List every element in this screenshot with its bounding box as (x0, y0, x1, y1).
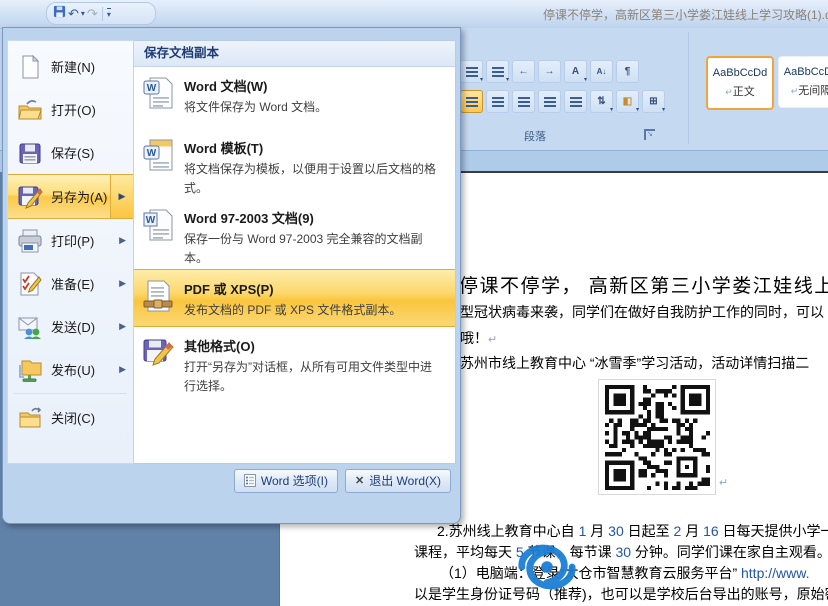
office-menu: 新建(N) 打开(O) 保存(S) 另存为(A) ▶ 打印( (2, 27, 461, 524)
office-menu-footer: Word 选项(I) ✕ 退出 Word(X) (7, 464, 456, 497)
line-spacing-button[interactable]: ⇅▾ (590, 90, 613, 113)
qat-separator (102, 7, 103, 21)
quick-access-toolbar: ↶▾ ↷ ▾ (46, 2, 156, 25)
save-as-submenu: 保存文档副本 W Word 文档(W) 将文件保存为 Word 文档。 W Wo… (134, 40, 456, 464)
decrease-indent-button[interactable]: ← (512, 60, 535, 83)
justify-button[interactable] (538, 90, 561, 113)
submenu-item-other-formats[interactable]: 其他格式(O) 打开“另存为”对话框，从所有可用文件类型中进行选择。 (134, 327, 455, 407)
submenu-item-pdf-xps[interactable]: PDF 或 XPS(P) 发布文档的 PDF 或 XPS 文件格式副本。 (134, 269, 455, 327)
menu-item-save[interactable]: 保存(S) (8, 131, 133, 174)
align-center-button[interactable] (486, 90, 509, 113)
document-text-line: 新型冠状病毒来袭，同学们在做好自我防护工作的同时，可以 (446, 302, 824, 322)
paragraph-group-label: 段落 (524, 128, 546, 144)
increase-indent-button[interactable]: → (538, 60, 561, 83)
show-paragraph-marks-button[interactable]: ¶ (616, 60, 639, 83)
document-text-line: （1）电脑端：登录“太仓市智慧教育云服务平台” http://www. (440, 563, 809, 583)
titlebar: ↶▾ ↷ ▾ 停课不停学，高新区第三小学娄江娃线上学习攻略(1).docx - … (0, 0, 828, 29)
svg-text:W: W (146, 215, 156, 226)
multilevel-list-button[interactable]: ▾ (486, 60, 509, 83)
undo-icon[interactable]: ↶ (68, 5, 79, 23)
word-2007-window: ↶▾ ↷ ▾ 停课不停学，高新区第三小学娄江娃线上学习攻略(1).docx - … (0, 0, 828, 606)
submenu-item-word-97-2003[interactable]: W Word 97-2003 文档(9) 保存一份与 Word 97-2003 … (134, 199, 455, 269)
svg-text:W: W (147, 148, 157, 159)
word-document-icon: W (142, 76, 174, 110)
save-as-icon (17, 184, 43, 210)
save-icon[interactable] (53, 5, 66, 23)
blue-swirl-watermark (508, 538, 586, 596)
document-text-line: 以是学生身份证号码（推荐)，也可以是学校后台导出的账号，原始密码 (414, 584, 828, 604)
undo-dropdown-icon[interactable]: ▾ (81, 9, 85, 18)
sort-button[interactable]: A↓ (590, 60, 613, 83)
save-icon (17, 140, 43, 166)
menu-separator (14, 393, 127, 394)
new-document-icon (17, 54, 43, 80)
word-options-icon (244, 474, 256, 487)
align-right-button[interactable] (512, 90, 535, 113)
submenu-item-word-document[interactable]: W Word 文档(W) 将文件保存为 Word 文档。 (134, 67, 455, 129)
publish-icon (17, 357, 43, 383)
shading-button[interactable]: ◧▾ (616, 90, 639, 113)
svg-text:W: W (147, 83, 157, 94)
redo-icon: ↷ (87, 5, 98, 23)
asian-layout-button[interactable]: A▾ (564, 60, 587, 83)
align-left-button[interactable] (460, 90, 483, 113)
printer-icon (17, 228, 43, 254)
document-text-line: 加苏州市线上教育中心 “冰雪季”学习活动，活动详情扫描二 (446, 353, 809, 373)
style-card-normal[interactable]: AaBbCcDd ↵正文 (706, 56, 774, 110)
document-text-line: 2.苏州线上教育中心自 1 月 30 日起至 2 月 16 日每天提供小学一至 (437, 521, 828, 541)
ribbon-group-separator (688, 32, 689, 144)
borders-button[interactable]: ⊞▾ (642, 90, 665, 113)
menu-item-print[interactable]: 打印(P) ▶ (8, 219, 133, 262)
qr-code (598, 379, 716, 495)
menu-item-save-as[interactable]: 另存为(A) ▶ (8, 174, 133, 219)
send-email-icon (17, 314, 43, 340)
paragraph-mark: ↵ (719, 476, 728, 489)
office-menu-left-column: 新建(N) 打开(O) 保存(S) 另存为(A) ▶ 打印( (7, 40, 134, 464)
ribbon-paragraph-group: ▾ ▾ ← → A▾ A↓ ¶ ⇅▾ ◧▾ ⊞▾ 段落 AaBbCcDd ↵正文 (440, 28, 828, 150)
menu-item-publish[interactable]: 发布(U) ▶ (8, 348, 133, 391)
styles-gallery: AaBbCcDd ↵正文 AaBbCcDd ↵无间隔 (692, 28, 828, 150)
document-text-line: 停课不停学， 高新区第三小学娄江娃线上学 (459, 271, 828, 298)
prepare-icon (17, 271, 43, 297)
word-template-icon: W (142, 138, 174, 172)
pdf-xps-icon (142, 279, 174, 313)
other-formats-icon (142, 336, 174, 370)
menu-item-open[interactable]: 打开(O) (8, 88, 133, 131)
menu-item-prepare[interactable]: 准备(E) ▶ (8, 262, 133, 305)
open-folder-icon (17, 97, 43, 123)
word-97-2003-icon: W (142, 208, 174, 242)
menu-item-new[interactable]: 新建(N) (8, 45, 133, 88)
menu-item-close[interactable]: 关闭(C) (8, 396, 133, 439)
close-icon: ✕ (355, 474, 364, 487)
paragraph-dialog-launcher-icon[interactable] (644, 129, 655, 140)
word-options-button[interactable]: Word 选项(I) (234, 469, 338, 493)
submenu-header: 保存文档副本 (134, 41, 455, 67)
exit-word-button[interactable]: ✕ 退出 Word(X) (345, 469, 451, 493)
save-as-submenu-arrow[interactable]: ▶ (110, 175, 133, 218)
distributed-button[interactable] (564, 90, 587, 113)
submenu-item-word-template[interactable]: W Word 模板(T) 将文档保存为模板，以便用于设置以后文档的格式。 (134, 129, 455, 199)
menu-item-send[interactable]: 发送(D) ▶ (8, 305, 133, 348)
style-card-no-spacing[interactable]: AaBbCcDd ↵无间隔 (778, 56, 828, 108)
close-folder-icon (17, 405, 43, 431)
numbered-list-button[interactable]: ▾ (460, 60, 483, 83)
window-title: 停课不停学，高新区第三小学娄江娃线上学习攻略(1).docx - Micr (543, 6, 828, 23)
customize-qat-icon[interactable]: ▾ (107, 8, 111, 19)
document-text-line: 课程，平均每天 5 节课，每节课 30 分钟。同学们课在家自主观看。登 (414, 542, 828, 562)
